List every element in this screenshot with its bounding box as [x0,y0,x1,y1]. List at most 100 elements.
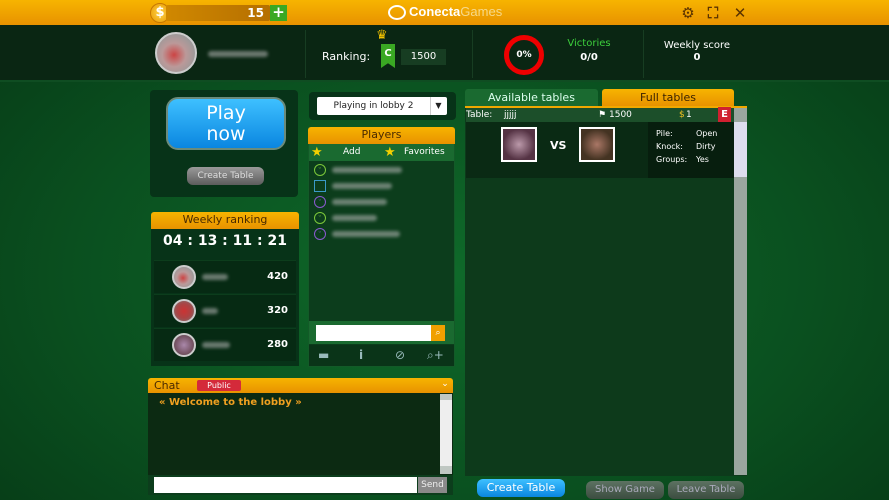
players-title: Players [308,127,455,144]
player-list-item[interactable]: ᵕ [312,210,452,226]
add-favorite-star-icon[interactable]: ★ [311,144,323,161]
show-game-button[interactable]: Show Game [586,481,664,499]
player-photo [579,127,615,162]
player-search-input[interactable] [316,325,431,341]
divider [305,30,306,78]
lobby-select[interactable]: Playing in lobby 2 ▼ [317,97,447,115]
crown-icon: ♛ [376,28,388,43]
table-points: 1500 [609,110,632,120]
weekly-ranking-title: Weekly ranking [151,212,299,229]
weekly-score-value: 0 [693,52,701,63]
ranking-score: 420 [267,271,288,282]
weekly-score-label: Weekly score [663,40,731,51]
block-icon[interactable]: ⊘ [395,345,405,366]
logo-mark-icon [388,5,406,21]
stake-symbol: $ [679,110,685,120]
chat-welcome-message: « Welcome to the lobby » [159,397,302,408]
scrollbar-thumb[interactable] [734,122,747,177]
ranking-label: Ranking: [322,50,371,63]
ranking-row[interactable]: 420 [154,260,296,293]
table-settings: Pile: Open Knock: Dirty Groups: Yes [648,122,734,178]
player-name-blurred [332,183,392,189]
player-name-blurred [332,215,377,221]
player-name-blurred [202,274,228,280]
chevron-down-icon[interactable]: ⌄ [438,379,452,392]
victories-value: 0/0 [580,52,598,63]
chat-channel-badge[interactable]: Public [197,380,241,391]
tables-scrollbar[interactable] [734,108,747,475]
play-now-button[interactable]: Play now [166,97,286,150]
robot-icon [314,180,326,192]
player-list-item[interactable] [312,178,452,194]
create-table-button[interactable]: Create Table [187,167,264,185]
tab-available-tables[interactable]: Available tables [465,89,598,106]
groups-label: Groups: [656,155,688,164]
tab-full-tables[interactable]: Full tables [602,89,734,106]
victories-label: Victories [567,38,611,49]
player-name-blurred [332,199,387,205]
player-list-item[interactable]: ᵕ [312,194,452,210]
smiley-icon: ᵕ [314,212,326,224]
player-name-blurred [332,167,402,173]
scrollbar-thumb[interactable] [440,400,452,466]
table-row-header[interactable]: Table: jjjjj ⚑ 1500 $ 1 [466,108,734,122]
chevron-down-icon: ▼ [430,97,446,115]
table-name: jjjjj [504,110,517,120]
logo: ConectaGames [388,4,503,21]
coin-balance: 15 [166,5,270,21]
search-icon[interactable]: ⌕ [431,325,445,341]
chat-title: Chat [154,379,180,392]
chat-bubble-icon[interactable]: ▬ [318,345,329,366]
chat-scrollbar[interactable] [440,394,452,474]
win-rate-ring: 0% [504,35,544,75]
ranking-score: 280 [267,339,288,350]
table-label: Table: [466,110,493,120]
divider [643,30,644,78]
ranking-value: 1500 [401,49,446,65]
create-table-bottom-button[interactable]: Create Table [477,479,565,497]
ranking-score: 320 [267,305,288,316]
smiley-icon: ᵕ [314,196,326,208]
divider [472,30,473,78]
logo-text-secondary: Games [460,4,503,19]
chat-header: Chat [148,378,453,393]
table-stake: 1 [686,110,692,120]
ranking-row[interactable]: 280 [154,328,296,361]
close-icon[interactable]: ✕ [730,3,750,23]
gear-icon[interactable]: ⚙ [678,3,698,23]
knock-label: Knock: [656,142,683,151]
add-player-button[interactable]: Add [343,144,360,161]
favorites-button[interactable]: Favorites [404,144,445,161]
fullscreen-icon[interactable]: ⛶ [703,3,723,23]
player-name-blurred [202,308,218,314]
player-toolbar: ▬ i ⊘ ⌕+ [309,345,454,366]
smiley-icon: ᵕ [314,228,326,240]
info-icon[interactable]: i [359,345,363,366]
smiley-icon: ᵕ [314,164,326,176]
vs-label: VS [550,139,567,152]
play-now-label: Play [206,102,246,124]
ranking-row[interactable]: 320 [154,294,296,327]
play-now-label: now [206,123,246,145]
weekly-countdown: 04 : 13 : 11 : 21 [163,233,287,249]
zoom-in-icon[interactable]: ⌕+ [427,345,444,366]
knock-value: Dirty [696,142,716,151]
pile-label: Pile: [656,129,673,138]
player-name-blurred [332,231,400,237]
leave-table-button[interactable]: Leave Table [668,481,744,499]
pile-value: Open [696,129,718,138]
player-list-item[interactable]: ᵕ [312,226,452,242]
chat-input[interactable] [154,477,417,493]
player-photo [501,127,537,162]
player-name-blurred [202,342,230,348]
players-actions: ★ Add ★ Favorites [309,144,454,161]
send-button[interactable]: Send [418,477,447,493]
username-blurred [208,51,268,57]
logo-text: Conecta [409,4,461,19]
checkered-flag-icon: ⚑ [598,110,607,120]
player-list-item[interactable]: ᵕ [312,162,452,178]
lobby-select-value: Playing in lobby 2 [333,101,414,111]
add-coins-button[interactable]: + [270,5,287,21]
star-icon: ★ [384,145,396,160]
user-avatar[interactable] [155,32,197,74]
